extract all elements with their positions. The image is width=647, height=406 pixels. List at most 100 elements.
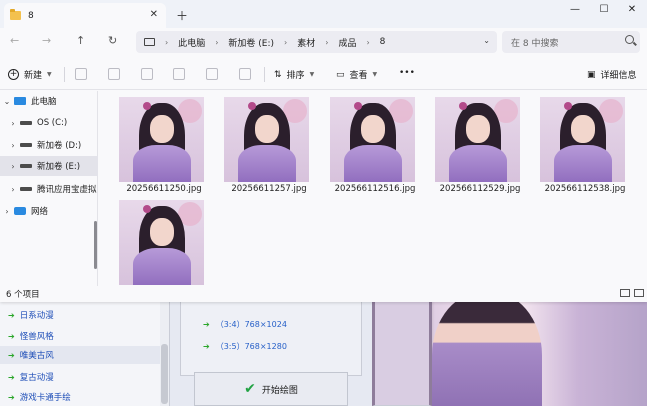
- file-name: 202566112516.jpg: [334, 184, 416, 194]
- file-name: 202566112529.jpg: [439, 184, 521, 194]
- sidebar-item-this-pc[interactable]: ⌄ 此电脑: [0, 91, 98, 111]
- chevron-right-icon: ›: [284, 37, 288, 47]
- sidebar-item-tencent-drive[interactable]: › 腾讯应用宝虚拟: [0, 179, 98, 199]
- title-bar: 8 ✕ ＋ — ☐ ✕: [0, 0, 647, 28]
- file-list: 20256611250.jpg 20256611257.jpg 20256611…: [100, 91, 647, 286]
- file-name: 202566112538.jpg: [544, 184, 626, 194]
- monitor-icon: [144, 38, 155, 46]
- sidebar-scrollbar[interactable]: [94, 91, 98, 286]
- minimize-button[interactable]: —: [560, 0, 590, 18]
- file-name: 20256611250.jpg: [126, 184, 202, 194]
- file-item[interactable]: 202566112529.jpg: [430, 91, 520, 194]
- copy-icon[interactable]: [108, 68, 120, 80]
- breadcrumb-item[interactable]: 成品: [338, 36, 356, 49]
- search-icon: [625, 35, 634, 44]
- scrollbar-thumb[interactable]: [94, 221, 97, 269]
- chevron-right-icon[interactable]: ›: [6, 119, 20, 128]
- arrow-icon: ➔: [203, 320, 210, 329]
- more-options-button[interactable]: •••: [399, 68, 415, 78]
- arrow-icon: ➔: [8, 350, 15, 360]
- chevron-right-icon[interactable]: ›: [0, 207, 14, 216]
- chevron-right-icon: ›: [215, 37, 219, 47]
- drive-icon: [20, 143, 32, 147]
- arrow-icon: ➔: [8, 392, 15, 402]
- size-option[interactable]: ➔ （3:5）768×1280: [203, 341, 287, 352]
- background-scrollbar[interactable]: [160, 300, 169, 406]
- file-item[interactable]: 20256611250.jpg: [114, 91, 204, 194]
- up-button[interactable]: ↑: [76, 34, 85, 47]
- arrow-icon: ➔: [8, 331, 15, 341]
- sidebar-item-drive-e[interactable]: › 新加卷 (E:): [0, 156, 98, 176]
- thumbnail-view-icon[interactable]: [634, 289, 644, 297]
- chevron-down-icon: ▼: [309, 71, 315, 78]
- maximize-button[interactable]: ☐: [589, 0, 619, 18]
- details-icon: ▣: [587, 69, 596, 80]
- start-drawing-button[interactable]: ✔ 开始绘图: [194, 372, 348, 406]
- details-pane-button[interactable]: ▣ 详细信息: [587, 68, 637, 82]
- sort-button[interactable]: ⇅ 排序 ▼: [274, 68, 315, 82]
- paste-icon[interactable]: [141, 68, 153, 80]
- breadcrumb-item[interactable]: 此电脑: [178, 36, 205, 49]
- sort-icon: ⇅: [274, 69, 282, 80]
- breadcrumb-item[interactable]: 8: [380, 37, 386, 47]
- style-item[interactable]: ➔ 日系动漫: [8, 306, 54, 324]
- status-bar: 6 个项目: [0, 286, 647, 302]
- file-item[interactable]: [114, 194, 204, 294]
- command-bar: + 新建 ▼ ⇅ 排序 ▼ ▭ 查看 ▼ ••• ▣ 详细信息: [0, 60, 647, 90]
- breadcrumb-item[interactable]: 素材: [297, 36, 315, 49]
- image-thumbnail: [224, 97, 309, 182]
- chevron-right-icon: ›: [366, 37, 370, 47]
- background-style-list: ➔ 日系动漫 ➔ 怪兽风格 ➔ 唯美古风 ➔ 复古动漫 ➔ 游戏卡通手绘: [0, 300, 170, 406]
- sidebar-item-drive-d[interactable]: › 新加卷 (D:): [0, 135, 98, 155]
- file-item[interactable]: 20256611257.jpg: [219, 91, 309, 194]
- view-button[interactable]: ▭ 查看 ▼: [336, 68, 377, 82]
- window-tab[interactable]: 8 ✕: [4, 3, 166, 28]
- image-thumbnail: [119, 97, 204, 182]
- background-size-panel: ➔ （3:4）768×1024 ➔ （3:5）768×1280: [180, 300, 362, 376]
- close-tab-icon[interactable]: ✕: [150, 9, 158, 20]
- style-item[interactable]: ➔ 复古动漫: [8, 368, 54, 386]
- chevron-down-icon[interactable]: ⌄: [0, 97, 14, 106]
- chevron-right-icon[interactable]: ›: [6, 185, 20, 194]
- rename-icon[interactable]: [173, 68, 185, 80]
- new-tab-button[interactable]: ＋: [176, 7, 188, 24]
- new-button[interactable]: + 新建 ▼: [8, 68, 52, 81]
- item-count: 6 个项目: [6, 290, 40, 300]
- check-icon: ✔: [244, 381, 256, 397]
- breadcrumb-item[interactable]: 新加卷 (E:): [228, 36, 274, 49]
- share-icon[interactable]: [206, 68, 218, 80]
- file-item[interactable]: 202566112516.jpg: [325, 91, 415, 194]
- drive-icon: [20, 164, 32, 168]
- image-thumbnail: [330, 97, 415, 182]
- pc-icon: [14, 97, 26, 105]
- network-icon: [14, 207, 26, 215]
- style-item-selected[interactable]: ➔ 唯美古风: [0, 346, 160, 364]
- arrow-icon: ➔: [203, 342, 210, 351]
- file-name: 20256611257.jpg: [231, 184, 307, 194]
- scrollbar-thumb[interactable]: [161, 344, 168, 404]
- chevron-right-icon: ›: [325, 37, 329, 47]
- tab-title: 8: [28, 10, 34, 21]
- arrow-icon: ➔: [8, 372, 15, 382]
- close-button[interactable]: ✕: [617, 0, 647, 18]
- sidebar-item-network[interactable]: › 网络: [0, 201, 98, 221]
- search-input[interactable]: 在 8 中搜索: [502, 31, 640, 53]
- address-bar[interactable]: › 此电脑 › 新加卷 (E:) › 素材 › 成品 › 8 ⌄: [136, 31, 497, 53]
- refresh-button[interactable]: ↻: [108, 34, 117, 47]
- file-item[interactable]: 202566112538.jpg: [535, 91, 625, 194]
- style-item[interactable]: ➔ 怪兽风格: [8, 327, 54, 345]
- size-option[interactable]: ➔ （3:4）768×1024: [203, 319, 287, 330]
- delete-icon[interactable]: [239, 68, 251, 80]
- image-thumbnail: [540, 97, 625, 182]
- chevron-right-icon[interactable]: ›: [6, 162, 20, 171]
- forward-button[interactable]: →: [42, 34, 51, 47]
- chevron-down-icon[interactable]: ⌄: [483, 36, 490, 45]
- style-item[interactable]: ➔ 游戏卡通手绘: [8, 388, 71, 406]
- plus-icon: +: [8, 69, 19, 80]
- sidebar-item-drive-c[interactable]: › OS (C:): [0, 113, 98, 133]
- background-preview-image: [372, 300, 647, 406]
- details-view-icon[interactable]: [620, 289, 630, 297]
- back-button[interactable]: ←: [10, 34, 19, 47]
- cut-icon[interactable]: [75, 68, 87, 80]
- chevron-right-icon[interactable]: ›: [6, 141, 20, 150]
